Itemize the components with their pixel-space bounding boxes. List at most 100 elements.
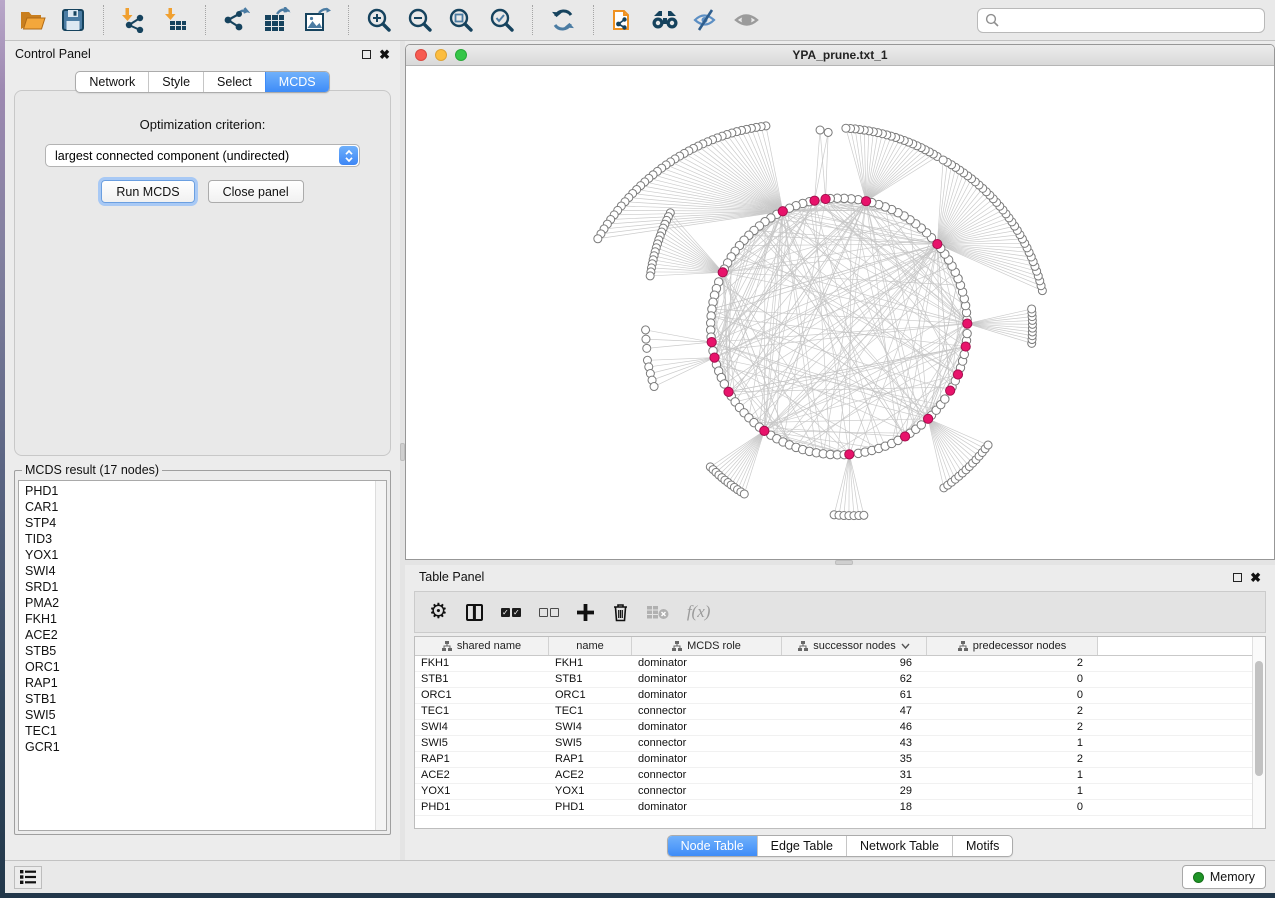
optimization-criterion-select[interactable]: largest connected component (undirected) bbox=[45, 144, 360, 167]
column-header-MCDS-role[interactable]: MCDS role bbox=[632, 637, 782, 655]
close-panel-button[interactable]: Close panel bbox=[208, 180, 304, 203]
mcds-result-item[interactable]: PMA2 bbox=[25, 595, 386, 611]
add-row-icon[interactable] bbox=[577, 597, 594, 627]
table-cell: 2 bbox=[927, 752, 1098, 767]
tab-mcds[interactable]: MCDS bbox=[265, 72, 329, 92]
mcds-result-item[interactable]: SWI5 bbox=[25, 707, 386, 723]
close-panel-icon[interactable]: ✖ bbox=[1250, 573, 1261, 582]
toolbar-separator bbox=[205, 5, 206, 35]
application-window: Control Panel ✖ NetworkStyleSelectMCDS O… bbox=[5, 0, 1275, 893]
hide-selection-icon[interactable] bbox=[689, 4, 723, 36]
mcds-result-list[interactable]: PHD1CAR1STP4TID3YOX1SWI4SRD1PMA2FKH1ACE2… bbox=[18, 480, 387, 831]
delete-table-icon[interactable] bbox=[647, 597, 669, 627]
table-cell: ORC1 bbox=[415, 688, 549, 703]
export-network-icon[interactable] bbox=[219, 4, 253, 36]
task-history-icon[interactable] bbox=[14, 866, 42, 889]
table-row[interactable]: SWI5SWI5connector431 bbox=[415, 736, 1265, 752]
table-cell: SWI4 bbox=[549, 720, 632, 735]
mcds-result-item[interactable]: STB5 bbox=[25, 643, 386, 659]
scrollbar-thumb[interactable] bbox=[1255, 661, 1263, 776]
zoom-selected-icon[interactable] bbox=[485, 4, 519, 36]
select-all-icon[interactable]: ✓✓ bbox=[501, 597, 521, 627]
zoom-out-icon[interactable] bbox=[403, 4, 437, 36]
import-network-icon[interactable] bbox=[117, 4, 151, 36]
memory-status-icon bbox=[1193, 872, 1204, 883]
mcds-result-item[interactable]: CAR1 bbox=[25, 499, 386, 515]
mcds-result-item[interactable]: PHD1 bbox=[25, 483, 386, 499]
mcds-result-item[interactable]: TID3 bbox=[25, 531, 386, 547]
mcds-result-item[interactable]: YOX1 bbox=[25, 547, 386, 563]
table-row[interactable]: ACE2ACE2connector311 bbox=[415, 768, 1265, 784]
mcds-result-item[interactable]: SRD1 bbox=[25, 579, 386, 595]
column-header-successor-nodes[interactable]: successor nodes bbox=[782, 637, 927, 655]
mcds-result-item[interactable]: STP4 bbox=[25, 515, 386, 531]
tab-network-table[interactable]: Network Table bbox=[846, 836, 952, 856]
network-view-window: YPA_prune.txt_1 bbox=[405, 44, 1275, 560]
float-panel-icon[interactable] bbox=[362, 50, 371, 59]
network-window-titlebar[interactable]: YPA_prune.txt_1 bbox=[406, 45, 1274, 66]
tab-style[interactable]: Style bbox=[148, 72, 203, 92]
table-row[interactable]: PHD1PHD1dominator180 bbox=[415, 800, 1265, 816]
apply-layout-icon[interactable] bbox=[546, 4, 580, 36]
table-row[interactable]: ORC1ORC1dominator610 bbox=[415, 688, 1265, 704]
tab-motifs[interactable]: Motifs bbox=[952, 836, 1012, 856]
table-row[interactable]: STB1STB1dominator620 bbox=[415, 672, 1265, 688]
mcds-result-item[interactable]: STB1 bbox=[25, 691, 386, 707]
run-mcds-button[interactable]: Run MCDS bbox=[101, 180, 194, 203]
open-file-icon[interactable] bbox=[15, 4, 49, 36]
import-table-icon[interactable] bbox=[158, 4, 192, 36]
float-panel-icon[interactable] bbox=[1233, 573, 1242, 582]
table-cell: 1 bbox=[927, 736, 1098, 751]
tab-edge-table[interactable]: Edge Table bbox=[757, 836, 846, 856]
mcds-result-item[interactable]: RAP1 bbox=[25, 675, 386, 691]
export-image-icon[interactable] bbox=[301, 4, 335, 36]
mcds-list-scrollbar[interactable] bbox=[375, 481, 386, 830]
search-box[interactable] bbox=[977, 8, 1265, 33]
tab-network[interactable]: Network bbox=[76, 72, 148, 92]
memory-label: Memory bbox=[1210, 870, 1255, 884]
table-settings-icon[interactable]: ⚙ bbox=[429, 597, 448, 627]
table-cell: RAP1 bbox=[415, 752, 549, 767]
table-cell: SWI5 bbox=[415, 736, 549, 751]
table-row[interactable]: RAP1RAP1dominator352 bbox=[415, 752, 1265, 768]
table-cell: 43 bbox=[782, 736, 927, 751]
table-row[interactable]: YOX1YOX1connector291 bbox=[415, 784, 1265, 800]
function-builder-icon[interactable]: f(x) bbox=[687, 597, 711, 627]
column-header-name[interactable]: name bbox=[549, 637, 632, 655]
network-graph[interactable] bbox=[406, 66, 1274, 559]
table-row[interactable]: TEC1TEC1connector472 bbox=[415, 704, 1265, 720]
show-columns-icon[interactable] bbox=[466, 597, 483, 627]
deselect-all-icon[interactable] bbox=[539, 597, 559, 627]
table-cell: connector bbox=[632, 736, 782, 751]
column-header-predecessor-nodes[interactable]: predecessor nodes bbox=[927, 637, 1098, 655]
table-scrollbar[interactable] bbox=[1252, 637, 1265, 828]
mcds-result-item[interactable]: SWI4 bbox=[25, 563, 386, 579]
tab-select[interactable]: Select bbox=[203, 72, 265, 92]
mcds-result-item[interactable]: ORC1 bbox=[25, 659, 386, 675]
memory-button[interactable]: Memory bbox=[1182, 865, 1266, 889]
table-cell: 96 bbox=[782, 656, 927, 671]
delete-icon[interactable] bbox=[612, 597, 629, 627]
tab-node-table[interactable]: Node Table bbox=[668, 836, 757, 856]
search-network-icon[interactable] bbox=[648, 4, 682, 36]
mcds-result-item[interactable]: FKH1 bbox=[25, 611, 386, 627]
table-cell: FKH1 bbox=[549, 656, 632, 671]
table-row[interactable]: SWI4SWI4dominator462 bbox=[415, 720, 1265, 736]
mcds-result-item[interactable]: GCR1 bbox=[25, 739, 386, 755]
dropdown-value: largest connected component (undirected) bbox=[55, 149, 289, 163]
table-cell: SWI4 bbox=[415, 720, 549, 735]
save-icon[interactable] bbox=[56, 4, 90, 36]
table-cell: TEC1 bbox=[549, 704, 632, 719]
zoom-in-icon[interactable] bbox=[362, 4, 396, 36]
export-table-icon[interactable] bbox=[260, 4, 294, 36]
zoom-fit-icon[interactable] bbox=[444, 4, 478, 36]
mcds-result-item[interactable]: ACE2 bbox=[25, 627, 386, 643]
share-document-icon[interactable] bbox=[607, 4, 641, 36]
show-selection-icon[interactable] bbox=[730, 4, 764, 36]
table-row[interactable]: FKH1FKH1dominator962 bbox=[415, 656, 1265, 672]
search-input[interactable] bbox=[1004, 12, 1257, 28]
network-canvas[interactable] bbox=[406, 66, 1274, 559]
column-header-shared-name[interactable]: shared name bbox=[415, 637, 549, 655]
mcds-result-item[interactable]: TEC1 bbox=[25, 723, 386, 739]
close-panel-icon[interactable]: ✖ bbox=[379, 50, 390, 59]
